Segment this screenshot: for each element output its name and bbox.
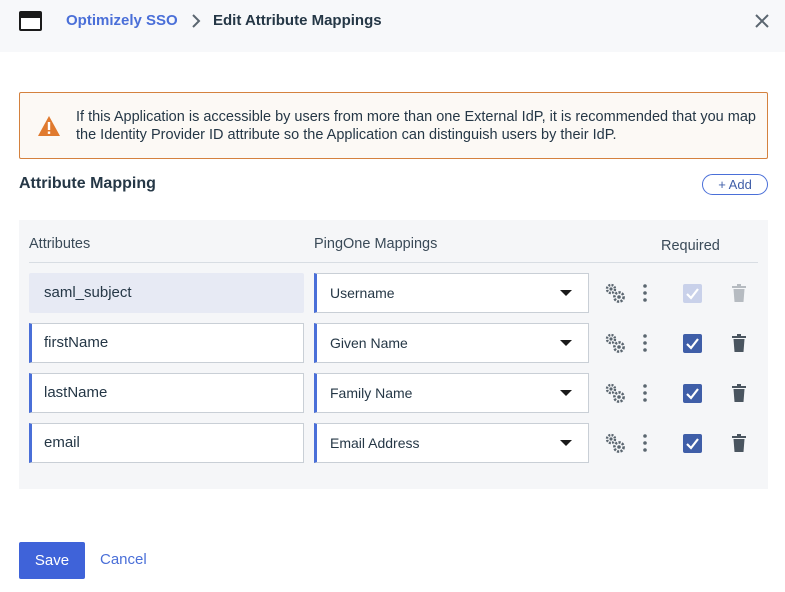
mapping-value: Given Name bbox=[330, 335, 408, 351]
delete-icon[interactable] bbox=[732, 434, 746, 452]
required-checkbox[interactable] bbox=[683, 434, 702, 453]
required-checkbox[interactable] bbox=[683, 384, 702, 403]
window-icon bbox=[19, 11, 42, 31]
close-icon[interactable] bbox=[752, 11, 772, 31]
gears-icon[interactable] bbox=[604, 332, 626, 354]
table-row: saml_subject Username bbox=[19, 273, 768, 313]
delete-icon bbox=[732, 284, 746, 302]
attribute-field[interactable]: firstName bbox=[29, 323, 304, 363]
caret-down-icon bbox=[560, 390, 572, 396]
attribute-mapping-table: Attributes PingOne Mappings Required sam… bbox=[19, 220, 768, 489]
attribute-field[interactable]: lastName bbox=[29, 373, 304, 413]
mapping-value: Family Name bbox=[330, 385, 413, 401]
breadcrumb-app-link[interactable]: Optimizely SSO bbox=[66, 12, 178, 30]
delete-icon[interactable] bbox=[732, 384, 746, 402]
page-title: Edit Attribute Mappings bbox=[213, 12, 382, 29]
gears-icon[interactable] bbox=[604, 282, 626, 304]
caret-down-icon bbox=[560, 440, 572, 446]
more-options-icon[interactable] bbox=[640, 383, 650, 403]
modal-header: Optimizely SSO Edit Attribute Mappings bbox=[0, 0, 785, 52]
delete-icon[interactable] bbox=[732, 334, 746, 352]
section-title: Attribute Mapping bbox=[19, 175, 156, 192]
header-divider bbox=[29, 262, 758, 263]
column-header-attributes: Attributes bbox=[29, 236, 91, 252]
warning-triangle-icon bbox=[38, 116, 60, 136]
cancel-button[interactable]: Cancel bbox=[100, 551, 147, 569]
mapping-select[interactable]: Email Address bbox=[314, 423, 589, 463]
save-button[interactable]: Save bbox=[19, 542, 85, 579]
required-checkbox bbox=[683, 284, 702, 303]
more-options-icon[interactable] bbox=[640, 433, 650, 453]
more-options-icon[interactable] bbox=[640, 283, 650, 303]
column-header-mappings: PingOne Mappings bbox=[314, 236, 438, 252]
chevron-right-icon bbox=[192, 14, 201, 28]
caret-down-icon bbox=[560, 340, 572, 346]
attribute-field[interactable]: email bbox=[29, 423, 304, 463]
table-row: email Email Address bbox=[19, 423, 768, 463]
mapping-value: Email Address bbox=[330, 435, 420, 451]
table-row: firstName Given Name bbox=[19, 323, 768, 363]
more-options-icon[interactable] bbox=[640, 333, 650, 353]
mapping-select[interactable]: Given Name bbox=[314, 323, 589, 363]
mapping-select[interactable]: Family Name bbox=[314, 373, 589, 413]
required-checkbox[interactable] bbox=[683, 334, 702, 353]
table-row: lastName Family Name bbox=[19, 373, 768, 413]
column-header-required: Required bbox=[661, 238, 720, 254]
caret-down-icon bbox=[560, 290, 572, 296]
warning-text: If this Application is accessible by use… bbox=[76, 109, 756, 143]
add-attribute-button[interactable]: + Add bbox=[702, 174, 768, 195]
mapping-value: Username bbox=[330, 285, 395, 301]
gears-icon[interactable] bbox=[604, 382, 626, 404]
mapping-select[interactable]: Username bbox=[314, 273, 589, 313]
gears-icon[interactable] bbox=[604, 432, 626, 454]
attribute-field: saml_subject bbox=[29, 273, 304, 313]
idp-warning-banner: If this Application is accessible by use… bbox=[19, 92, 768, 159]
